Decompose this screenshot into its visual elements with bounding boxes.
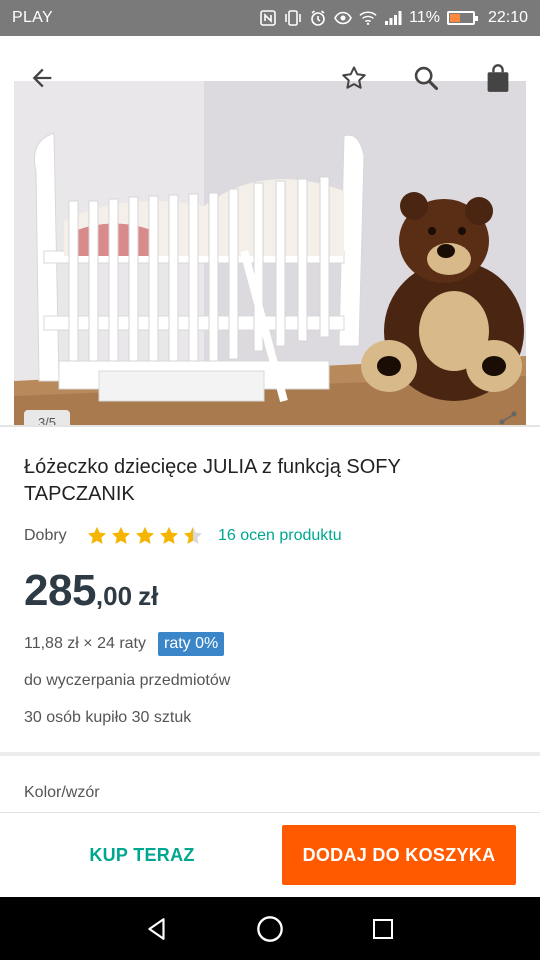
eye-icon <box>334 9 353 27</box>
star-icon <box>136 526 154 544</box>
sold-count-text: 30 osób kupiło 30 sztuk <box>24 709 192 726</box>
product-title: Łóżeczko dziecięce JULIA z funkcją SOFY … <box>24 456 401 505</box>
alarm-icon <box>309 9 327 27</box>
price-currency: zł <box>138 581 159 611</box>
battery-percent: 11% <box>409 9 440 26</box>
signal-icon <box>384 9 402 27</box>
variant-label[interactable]: Kolor/wzór <box>24 784 100 802</box>
nfc-icon <box>259 9 277 27</box>
rating-label: Dobry <box>24 527 67 544</box>
installments-badge[interactable]: raty 0% <box>158 632 225 656</box>
section-divider <box>0 752 540 756</box>
rating-row: Dobry 16 ocen produktu <box>24 524 342 548</box>
clock: 22:10 <box>487 9 528 26</box>
carrier-name: PLAY <box>12 9 53 26</box>
installments-row: 11,88 zł × 24 raty raty 0% <box>24 632 225 656</box>
recents-square-icon[interactable] <box>363 909 403 949</box>
star-icon <box>112 526 130 544</box>
installments-text: 11,88 zł × 24 raty <box>24 635 146 652</box>
action-bar: KUP TERAZ DODAJ DO KOSZYKA <box>0 812 540 897</box>
wifi-icon <box>359 9 377 27</box>
product-photo[interactable] <box>14 81 526 426</box>
status-bar: PLAY 11% 22:10 <box>0 0 540 36</box>
star-icon <box>160 526 178 544</box>
star-icon <box>88 526 106 544</box>
buy-now-button[interactable]: KUP TERAZ <box>24 825 260 885</box>
gallery-pager: 3/5 <box>24 410 70 426</box>
rating-stars <box>86 525 204 547</box>
product-gallery[interactable]: 3/5 <box>0 36 540 426</box>
share-icon[interactable] <box>498 410 518 426</box>
back-arrow-icon[interactable] <box>22 58 62 98</box>
search-icon[interactable] <box>406 58 446 98</box>
home-circle-icon[interactable] <box>250 909 290 949</box>
favorite-star-icon[interactable] <box>334 58 374 98</box>
add-to-cart-button[interactable]: DODAJ DO KOSZYKA <box>282 825 516 885</box>
price-main: 285 <box>24 566 96 615</box>
availability-text: do wyczerpania przedmiotów <box>24 672 231 689</box>
back-triangle-icon[interactable] <box>137 909 177 949</box>
reviews-link[interactable]: 16 ocen produktu <box>218 527 342 545</box>
price-decimal: ,00 <box>95 581 133 611</box>
status-icons: 11% 22:10 <box>259 9 528 27</box>
divider <box>0 425 540 427</box>
vibrate-icon <box>284 9 302 27</box>
price: 285 ,00 zł <box>24 566 158 616</box>
battery-icon <box>446 11 478 25</box>
star-icon <box>184 526 202 544</box>
shopping-bag-icon[interactable] <box>478 58 518 98</box>
system-nav-bar <box>0 897 540 960</box>
